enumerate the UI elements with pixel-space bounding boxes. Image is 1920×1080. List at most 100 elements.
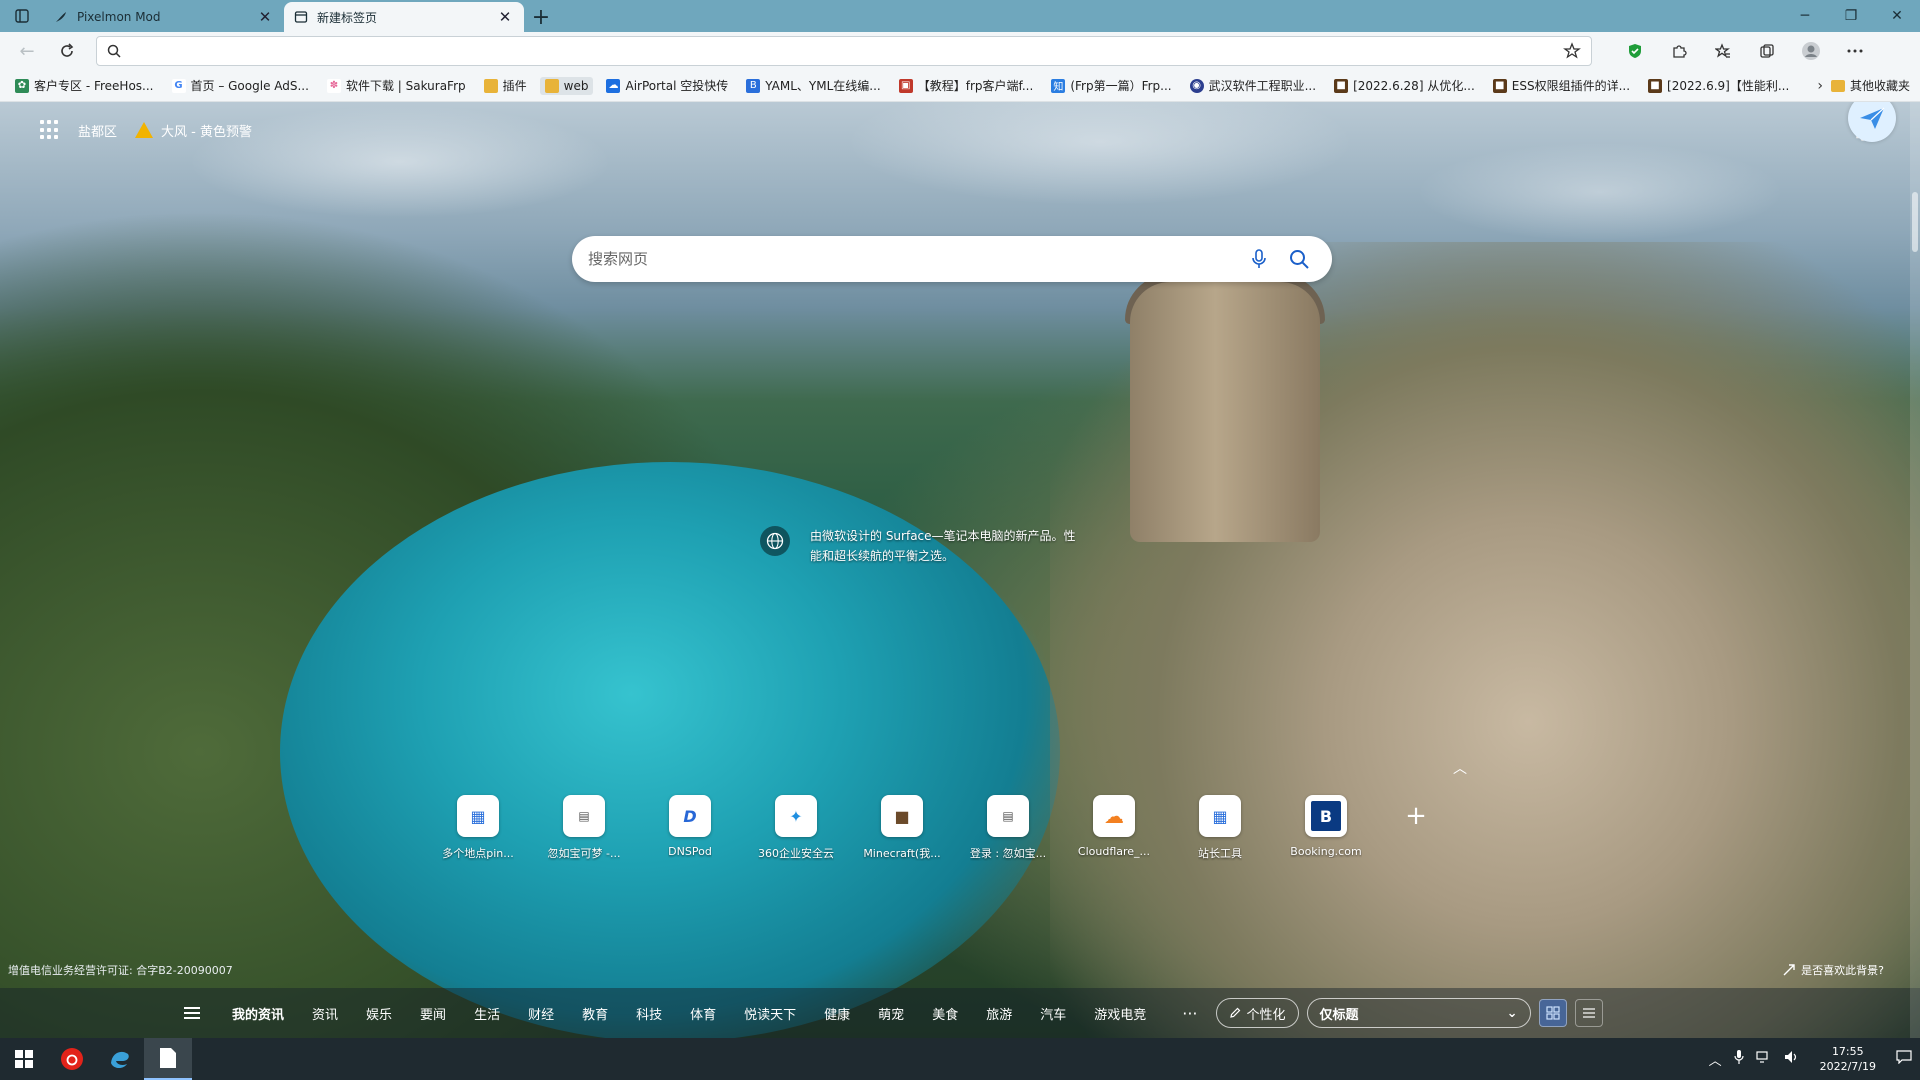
collections-button[interactable]: [1748, 36, 1786, 66]
quick-link-label: Booking.com: [1290, 845, 1362, 858]
new-tab-page-icon: [294, 11, 308, 23]
news-tab[interactable]: 萌宠: [864, 1004, 918, 1023]
tab-close-button[interactable]: ✕: [256, 8, 274, 26]
personalize-button[interactable]: 个性化: [1215, 998, 1299, 1028]
bookmark-item[interactable]: ◉ 武汉软件工程职业...: [1185, 75, 1321, 96]
news-tab[interactable]: 体育: [676, 1004, 730, 1023]
news-tab[interactable]: 科技: [622, 1004, 676, 1023]
news-tab[interactable]: 游戏电竞: [1080, 1004, 1160, 1023]
minecraft-block-icon: ■: [881, 795, 923, 837]
web-search-box[interactable]: [572, 236, 1332, 282]
quick-link-tile[interactable]: ☁ Cloudflare_...: [1061, 795, 1167, 861]
news-tab[interactable]: 娱乐: [352, 1004, 406, 1023]
close-window-button[interactable]: ✕: [1874, 0, 1920, 32]
hamburger-menu-icon[interactable]: [184, 1007, 204, 1019]
content-layout-select[interactable]: 仅标题 ⌄: [1306, 998, 1531, 1028]
quick-link-tile[interactable]: ▤ 登录 : 忽如宝...: [955, 795, 1061, 861]
tab-actions-button[interactable]: [0, 0, 44, 32]
google-icon: G: [171, 78, 186, 93]
news-tab[interactable]: 汽车: [1026, 1004, 1080, 1023]
search-submit-button[interactable]: [1282, 242, 1316, 276]
back-button[interactable]: ←: [10, 36, 44, 66]
bookmark-item[interactable]: ■ ESS权限组插件的详...: [1488, 75, 1635, 96]
grid-view-button[interactable]: [1538, 999, 1567, 1027]
news-tab[interactable]: 资讯: [298, 1004, 352, 1023]
tab-pixelmon[interactable]: Pixelmon Mod ✕: [44, 2, 284, 32]
bookmark-item[interactable]: ■ [2022.6.9]【性能利...: [1643, 75, 1794, 96]
bookmark-item[interactable]: 知 (Frp第一篇）Frp...: [1046, 75, 1176, 96]
news-tab[interactable]: 财经: [514, 1004, 568, 1023]
bookmark-item[interactable]: ✽ 软件下载 | SakuraFrp: [322, 75, 471, 96]
start-button[interactable]: [0, 1038, 48, 1080]
news-tab[interactable]: 美食: [918, 1004, 972, 1023]
minimize-button[interactable]: ─: [1782, 0, 1828, 32]
list-view-button[interactable]: [1574, 999, 1603, 1027]
bookmark-item[interactable]: ▣ 【教程】frp客户端f...: [894, 75, 1039, 96]
web-search-input[interactable]: [588, 250, 1236, 268]
settings-more-button[interactable]: [1836, 36, 1874, 66]
collapse-quick-links-chevron-icon[interactable]: ︿: [1453, 758, 1467, 778]
quick-link-tile[interactable]: ▤ 忽如宝可梦 -...: [531, 795, 637, 861]
bookmark-folder[interactable]: 插件: [479, 75, 532, 96]
profile-button[interactable]: [1792, 36, 1830, 66]
address-bar[interactable]: [96, 36, 1592, 66]
news-tab[interactable]: 健康: [810, 1004, 864, 1023]
network-icon[interactable]: [1755, 1050, 1772, 1068]
new-tab-button[interactable]: +: [524, 2, 558, 32]
quick-link-tile[interactable]: B Booking.com: [1273, 795, 1379, 861]
news-tab-my-feed[interactable]: 我的资讯: [218, 1004, 298, 1023]
system-clock[interactable]: 17:55 2022/7/19: [1820, 1044, 1876, 1074]
other-bookmarks-folder[interactable]: 其他收藏夹: [1830, 77, 1910, 94]
voice-search-button[interactable]: [1242, 242, 1276, 276]
quick-link-tile[interactable]: ▦ 多个地点pin...: [425, 795, 531, 861]
extensions-button[interactable]: [1660, 36, 1698, 66]
more-news-tabs-button[interactable]: ···: [1160, 1004, 1215, 1023]
favorites-button[interactable]: [1704, 36, 1742, 66]
bookmark-item[interactable]: ☁ AirPortal 空投快传: [601, 75, 733, 96]
news-tab[interactable]: 旅游: [972, 1004, 1026, 1023]
browser-toolbar: ←: [0, 32, 1920, 70]
add-favorite-icon[interactable]: [1563, 42, 1581, 60]
taskbar-app-edge[interactable]: [96, 1038, 144, 1080]
volume-icon[interactable]: [1784, 1050, 1800, 1068]
background-image-info[interactable]: 由微软设计的 Surface—笔记本电脑的新产品。性能和超长续航的平衡之选。: [760, 526, 1080, 566]
add-quick-link-button[interactable]: +: [1395, 795, 1437, 837]
page-scrollbar[interactable]: [1910, 102, 1920, 1038]
show-hidden-icons-chevron-icon[interactable]: ︿: [1709, 1050, 1722, 1069]
news-tab[interactable]: 生活: [460, 1004, 514, 1023]
app-launcher-icon[interactable]: [40, 120, 60, 140]
license-text: 增值电信业务经营许可证: 合字B2-20090007: [8, 964, 233, 977]
quick-link-tile[interactable]: D DNSPod: [637, 795, 743, 861]
notification-center-icon[interactable]: [1896, 1050, 1912, 1068]
taskbar-app-notepad[interactable]: [144, 1038, 192, 1080]
refresh-button[interactable]: [50, 36, 84, 66]
location-label[interactable]: 盐都区: [78, 121, 117, 140]
tab-close-button[interactable]: ✕: [496, 8, 514, 26]
like-background-button[interactable]: 是否喜欢此背景?: [1783, 962, 1884, 978]
news-tab[interactable]: 教育: [568, 1004, 622, 1023]
adblock-extension-button[interactable]: [1616, 36, 1654, 66]
bookmark-favicon-icon: B: [746, 78, 761, 93]
quick-link-tile[interactable]: ■ Minecraft(我...: [849, 795, 955, 861]
bookmark-item[interactable]: B YAML、YML在线编...: [741, 75, 885, 96]
bookmarks-overflow-chevron-icon[interactable]: ›: [1817, 78, 1823, 94]
quick-link-tile[interactable]: ▦ 站长工具: [1167, 795, 1273, 861]
weather-alert[interactable]: 大风 - 黄色预警: [135, 121, 252, 140]
taskbar-app-netease-music[interactable]: [48, 1038, 96, 1080]
minecraft-block-icon: ■: [1334, 78, 1349, 93]
scrollbar-thumb[interactable]: [1912, 192, 1918, 252]
bookmark-item[interactable]: ✿ 客户专区 - FreeHos...: [10, 75, 159, 96]
bird-icon: [1860, 107, 1885, 129]
bookmark-folder[interactable]: web: [539, 76, 594, 95]
address-input[interactable]: [131, 43, 1553, 59]
news-tab[interactable]: 悦读天下: [730, 1004, 810, 1023]
microphone-tray-icon[interactable]: [1733, 1049, 1744, 1069]
bookmark-item[interactable]: G 首页 – Google AdS...: [167, 75, 314, 96]
quick-link-tile[interactable]: ✦ 360企业安全云: [743, 795, 849, 861]
grid-view-icon: [1545, 1006, 1560, 1020]
cloudflare-icon: ☁: [1093, 795, 1135, 837]
news-tab[interactable]: 要闻: [406, 1004, 460, 1023]
tab-new-tab[interactable]: 新建标签页 ✕: [284, 2, 524, 32]
bookmark-item[interactable]: ■ [2022.6.28] 从优化...: [1329, 75, 1480, 96]
restore-button[interactable]: ❐: [1828, 0, 1874, 32]
